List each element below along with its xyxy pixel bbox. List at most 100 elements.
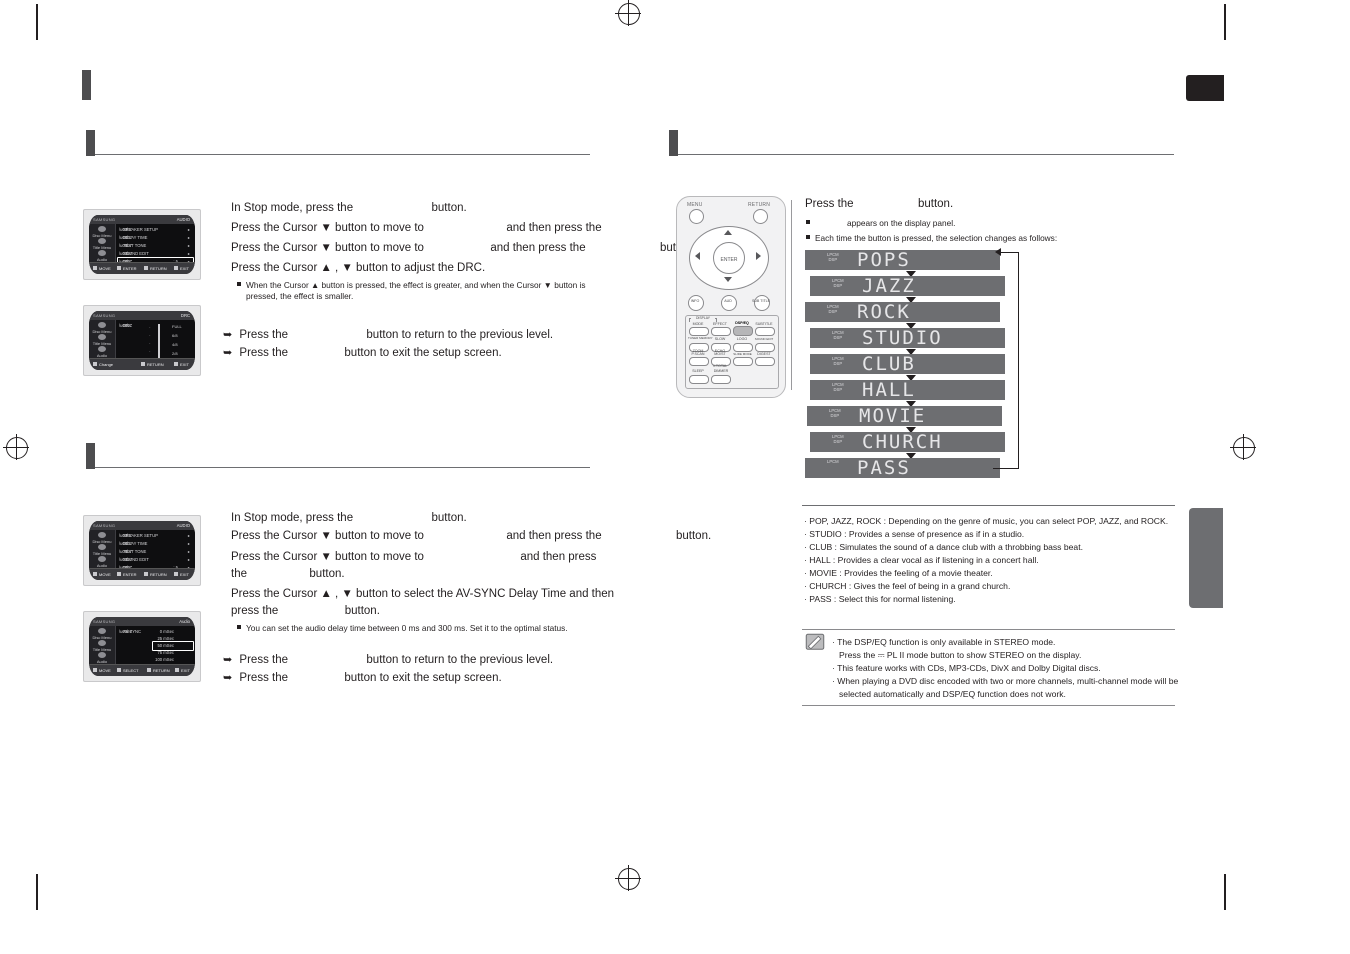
tip-1-line: ➥ Press the button to return to the prev… <box>223 328 553 342</box>
cursor-left-icon <box>695 252 700 260</box>
right-page-title-marker <box>669 130 678 156</box>
dimmer-button[interactable] <box>711 375 731 384</box>
step2-5-line: Press the Cursor ▲ , ▼ button to select … <box>231 588 615 600</box>
display-group-label: DISPLAY <box>691 316 715 320</box>
enter-button[interactable]: ENTER <box>713 242 745 274</box>
step-text: button. <box>676 530 712 542</box>
osd-brand: SAMSUNG <box>93 216 116 222</box>
audio-button[interactable] <box>721 295 737 311</box>
sound-edit-button[interactable] <box>755 343 775 352</box>
crop-mark-tr-v <box>1224 4 1226 40</box>
description-text: MOVIE : Provides the feeling of a movie … <box>809 568 993 578</box>
lpcm-dsp-indicator: LPCM DSP <box>829 408 841 418</box>
osd-brand: SAMSUNG <box>93 312 116 318</box>
osd-footer-key: MOVE <box>99 571 111 577</box>
slow-label: SLOW <box>714 337 726 341</box>
logo-button[interactable] <box>733 343 753 352</box>
step-3-line: Press the Cursor ▼ button to move to and… <box>231 241 695 255</box>
osd-row-caret: ▸ <box>187 541 190 546</box>
osd-sidebar: Disc Menu Title Menu Audio Setup <box>89 320 116 370</box>
slide-mode-button[interactable] <box>733 357 753 366</box>
arrow-bullet-icon: ➥ <box>223 654 233 666</box>
osd-footer-key: ENTER <box>123 265 137 271</box>
loop-line-right <box>1018 253 1019 469</box>
tip-text: button to return to the previous level. <box>366 654 554 666</box>
audio-label: AUD <box>724 299 732 303</box>
osd-footer-key: EXIT <box>181 667 190 673</box>
tip2-1-line: ➥ Press the button to return to the prev… <box>223 653 553 667</box>
sleep-button[interactable] <box>689 375 709 384</box>
step2-3-line: Press the Cursor ▼ button to move to and… <box>231 550 596 564</box>
description-text: HALL : Provides a clear vocal as if list… <box>809 555 1039 565</box>
loop-line-top <box>1001 252 1019 253</box>
digest-button[interactable] <box>755 357 775 366</box>
left-subsection-1-rule <box>95 154 590 155</box>
page-thumb-tab-black <box>1186 75 1224 101</box>
osd-footer-key: Change <box>99 361 114 367</box>
osd-scale-label: FULL <box>172 324 182 329</box>
osd-option-highlight <box>152 641 194 651</box>
dsp-mode-name: JAZZ <box>862 275 916 297</box>
dsp-eq-button[interactable] <box>733 326 753 336</box>
pscan-button[interactable] <box>689 357 709 366</box>
effect-label: EFFECT <box>713 322 727 326</box>
osd-mode: AUDIO <box>176 522 190 528</box>
step-text: the <box>231 568 247 580</box>
arrow-bullet-icon: ➥ <box>223 672 233 684</box>
lpcm-dsp-indicator: LPCM <box>827 459 839 464</box>
osd-screen-audio-setup-2: SAMSUNG AUDIO Disc Menu Title Menu Audio… <box>83 515 201 586</box>
subtitle2-button[interactable] <box>755 327 775 336</box>
info-button[interactable] <box>688 295 704 311</box>
subtitle2-label: SUBTITLE <box>755 322 773 326</box>
osd-row-label: SPEAKER SETUP <box>123 533 158 538</box>
registration-mark-bottom <box>615 865 641 891</box>
osd-option: 0 mSec <box>159 629 174 634</box>
osd-footer-key: ENTER <box>123 571 137 577</box>
step-note-line-2: pressed, the effect is smaller. <box>246 291 354 301</box>
osd-screen-drc: SAMSUNG DRC Disc Menu Title Menu Audio S… <box>83 305 201 376</box>
dsp-display-bar: LPCM DSP CLUB <box>810 353 1005 375</box>
dsp-display-bar: LPCM DSP POPS <box>805 249 1000 271</box>
dsp-display-bar: LPCM DSP HALL <box>810 379 1005 401</box>
arrow-bullet-icon: ➥ <box>223 347 233 359</box>
osd-row-label: DELAY TIME <box>123 541 148 546</box>
lpcm-dsp-indicator: LPCM DSP <box>832 278 844 288</box>
lpcm-dsp-indicator: LPCM DSP <box>832 356 844 366</box>
tip-2-line: ➥ Press the button to exit the setup scr… <box>223 346 502 360</box>
tip-text: button to exit the setup screen. <box>344 672 502 684</box>
loop-arrow-icon <box>995 248 1001 256</box>
dsp-display-bar: LPCM DSP CHURCH <box>810 431 1005 453</box>
osd-sidebar: Disc Menu Title Menu Audio Setup <box>89 626 116 676</box>
osd-footer: MOVE ENTER RETURN EXIT <box>89 568 195 580</box>
dspeq-label: DSP/EQ <box>735 321 749 325</box>
dsp-display-bar: LPCM DSP MOVIE <box>807 405 1002 427</box>
remote-return-label: RETURN <box>748 202 771 208</box>
cursor-right-icon <box>756 252 761 260</box>
menu-button[interactable] <box>689 209 704 224</box>
osd-footer-key: RETURN <box>153 667 170 673</box>
subtitle-button[interactable] <box>754 295 770 311</box>
effect-button[interactable] <box>711 327 731 336</box>
digest-label: DIGEST <box>757 352 771 356</box>
lpcm-dsp-indicator: LPCM DSP <box>827 304 839 314</box>
step-text: and then press the <box>506 222 602 234</box>
right-intro-line-2: appears on the display panel. <box>806 218 955 229</box>
step-text: In Stop mode, press the <box>231 202 354 214</box>
vtotal-label: V.TOTAL <box>712 364 728 368</box>
note-text: Press the ⎓ PL II mode button to show ST… <box>839 650 1082 660</box>
dsp-mode-name: HALL <box>862 379 916 401</box>
dsp-mode-name: PASS <box>857 457 911 479</box>
info-label: INFO <box>690 299 700 303</box>
dsp-mode-name: STUDIO <box>862 327 943 349</box>
dsp-mode-name: CHURCH <box>862 431 943 453</box>
osd-mode: Audio <box>179 618 190 624</box>
description-item: · CLUB : Simulates the sound of a dance … <box>804 542 1083 552</box>
sound-edit-label: SOUND EDIT <box>754 337 774 341</box>
note-text: The DSP/EQ function is only available in… <box>837 637 1056 647</box>
return-button[interactable] <box>753 209 768 224</box>
tip-text: Press the <box>239 672 288 684</box>
tip-text: Press the <box>239 329 288 341</box>
echo-label: ECHO <box>714 349 726 353</box>
osd-mode: AUDIO <box>176 216 190 222</box>
mode-button[interactable] <box>689 327 709 336</box>
